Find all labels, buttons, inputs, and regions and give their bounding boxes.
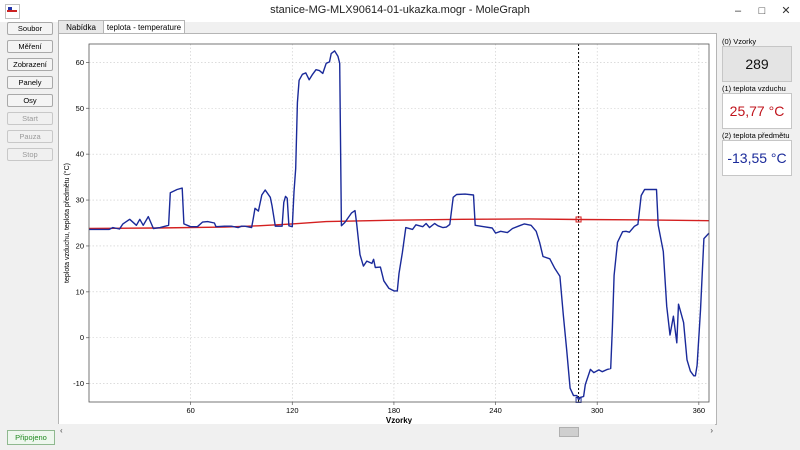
y-tick-label: 50 — [76, 104, 84, 113]
maximize-icon[interactable]: □ — [750, 1, 774, 21]
connection-status: Připojeno — [7, 430, 55, 445]
temperature-chart[interactable]: 60 120 180 240 300 360 -10 0 10 20 30 40 50 60 Vzorky… — [59, 34, 716, 425]
air-temperature-series — [88, 218, 710, 230]
osy-button[interactable]: Osy — [7, 94, 53, 107]
air-temp-label: (1) teplota vzduchu — [722, 84, 786, 93]
horizontal-scrollbar[interactable]: ‹ › — [58, 424, 715, 438]
plot-panel: 60 120 180 240 300 360 -10 0 10 20 30 40 50 60 Vzorky… — [58, 33, 717, 425]
air-temp-value: 25,77 °C — [722, 93, 792, 129]
minimize-icon[interactable]: – — [726, 1, 750, 21]
x-tick-label: 300 — [591, 406, 604, 415]
x-tick-label: 180 — [388, 406, 401, 415]
y-tick-label: 0 — [80, 333, 84, 342]
y-tick-label: -10 — [73, 379, 84, 388]
y-tick-label: 40 — [76, 150, 84, 159]
y-tick-label: 20 — [76, 241, 84, 250]
scrollbar-thumb[interactable] — [559, 427, 579, 437]
x-tick-label: 60 — [186, 406, 194, 415]
scroll-right-icon[interactable]: › — [710, 424, 713, 438]
panely-button[interactable]: Panely — [7, 76, 53, 89]
title-bar: stanice-MG-MLX90614-01-ukazka.mogr - Mol… — [0, 0, 800, 22]
y-tick-label: 60 — [76, 58, 84, 67]
soubor-button[interactable]: Soubor — [7, 22, 53, 35]
close-icon[interactable]: ✕ — [774, 1, 798, 21]
plot-frame — [88, 43, 710, 403]
y-tick-label: 30 — [76, 196, 84, 205]
object-temp-label: (2) teplota předmětu — [722, 131, 790, 140]
y-tick-label: 10 — [76, 287, 84, 296]
y-axis-label: teplota vzduchu, teplota předmětu (°C) — [63, 163, 71, 283]
x-tick-label: 120 — [286, 406, 299, 415]
start-button[interactable]: Start — [7, 112, 53, 125]
samples-value: 289 — [722, 46, 792, 82]
x-tick-label: 360 — [693, 406, 706, 415]
x-tick-label: 240 — [489, 406, 502, 415]
object-temperature-series — [89, 50, 710, 401]
stop-button[interactable]: Stop — [7, 148, 53, 161]
object-temp-value: -13,55 °C — [722, 140, 792, 176]
mereni-button[interactable]: Měření — [7, 40, 53, 53]
pauza-button[interactable]: Pauza — [7, 130, 53, 143]
samples-label: (0) Vzorky — [722, 37, 757, 46]
scroll-left-icon[interactable]: ‹ — [60, 424, 63, 438]
window-title: stanice-MG-MLX90614-01-ukazka.mogr - Mol… — [270, 4, 530, 16]
x-axis-label: Vzorky — [386, 416, 413, 424]
zobrazeni-button[interactable]: Zobrazení — [7, 58, 53, 71]
